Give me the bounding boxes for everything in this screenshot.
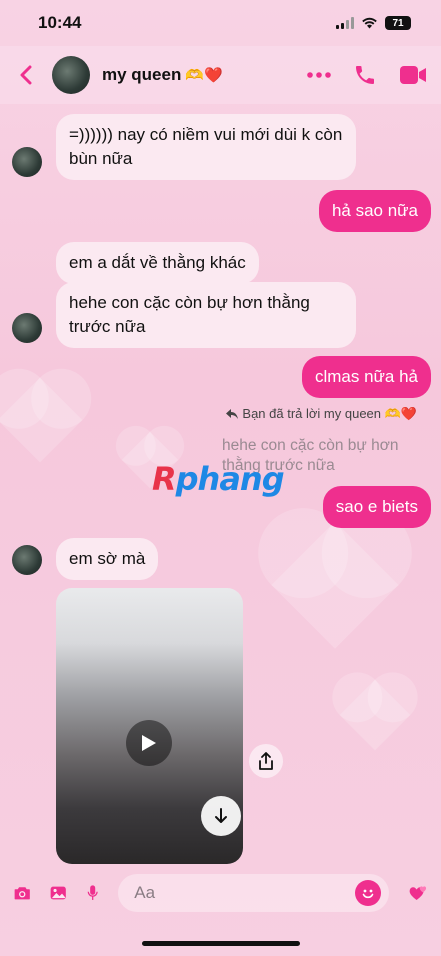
- play-button[interactable]: [126, 720, 172, 766]
- emoji-icon[interactable]: [355, 880, 382, 906]
- download-icon: [215, 808, 227, 823]
- gallery-icon[interactable]: [50, 882, 67, 904]
- share-button[interactable]: [249, 744, 283, 778]
- header-actions: [307, 63, 427, 87]
- watermark-logo: Rphang: [152, 460, 285, 498]
- message-incoming[interactable]: =)))))) nay có niềm vui mới dùi k còn bù…: [56, 114, 356, 180]
- message-outgoing[interactable]: hả sao nữa: [318, 190, 431, 232]
- status-bar: 10:44 71: [0, 0, 441, 46]
- signal-icon: [336, 17, 354, 29]
- mic-icon[interactable]: [87, 880, 98, 906]
- hearts-icon[interactable]: [409, 880, 427, 906]
- message-text: =)))))) nay có niềm vui mới dùi k còn bù…: [69, 125, 343, 168]
- home-indicator[interactable]: [142, 941, 300, 946]
- contact-name-text: my queen: [102, 65, 182, 84]
- contact-name[interactable]: my queen 🫶❤️: [102, 65, 223, 85]
- download-button[interactable]: [201, 796, 241, 836]
- share-icon: [259, 752, 273, 770]
- back-chevron-icon[interactable]: [14, 63, 38, 87]
- message-outgoing[interactable]: clmas nữa hả: [301, 356, 431, 398]
- reply-note-text: Bạn đã trả lời my queen 🫶❤️: [242, 406, 417, 421]
- video-attachment[interactable]: [56, 588, 243, 864]
- camera-icon[interactable]: [14, 882, 30, 904]
- video-call-icon[interactable]: [399, 65, 427, 85]
- message-text: em a dắt về thằng khác: [69, 253, 246, 272]
- battery-level: 71: [392, 17, 404, 29]
- sender-avatar[interactable]: [12, 313, 42, 343]
- message-incoming[interactable]: hehe con cặc còn bự hơn thằng trước nữa: [56, 282, 356, 348]
- sender-avatar[interactable]: [12, 147, 42, 177]
- watermark-part2: phang: [175, 460, 285, 498]
- message-list: =)))))) nay có niềm vui mới dùi k còn bù…: [0, 104, 441, 864]
- status-time: 10:44: [38, 13, 82, 32]
- message-text: hả sao nữa: [331, 201, 418, 220]
- more-icon[interactable]: [307, 72, 331, 78]
- contact-avatar[interactable]: [52, 56, 90, 94]
- message-text: em sờ mà: [69, 549, 146, 568]
- message-text: sao e biets: [335, 497, 418, 516]
- message-text: hehe con cặc còn bự hơn thằng trước nữa: [69, 293, 310, 336]
- reply-indicator: Bạn đã trả lời my queen 🫶❤️: [226, 406, 417, 422]
- status-icons: 71: [336, 16, 411, 30]
- sender-avatar[interactable]: [12, 545, 42, 575]
- phone-icon[interactable]: [353, 63, 377, 87]
- message-composer: [0, 864, 441, 922]
- message-incoming[interactable]: em a dắt về thằng khác: [56, 242, 259, 284]
- message-input[interactable]: [134, 883, 356, 903]
- contact-name-emoji: 🫶❤️: [185, 67, 223, 84]
- wifi-icon: [362, 17, 377, 29]
- message-input-box[interactable]: [118, 874, 390, 912]
- watermark-part1: R: [152, 460, 177, 498]
- message-incoming[interactable]: em sờ mà: [56, 538, 159, 580]
- reply-arrow-icon: [226, 409, 239, 419]
- message-text: clmas nữa hả: [314, 367, 418, 386]
- message-outgoing[interactable]: sao e biets: [322, 486, 431, 528]
- chat-header: my queen 🫶❤️: [0, 46, 441, 104]
- battery-icon: 71: [385, 16, 411, 30]
- play-icon: [142, 735, 156, 751]
